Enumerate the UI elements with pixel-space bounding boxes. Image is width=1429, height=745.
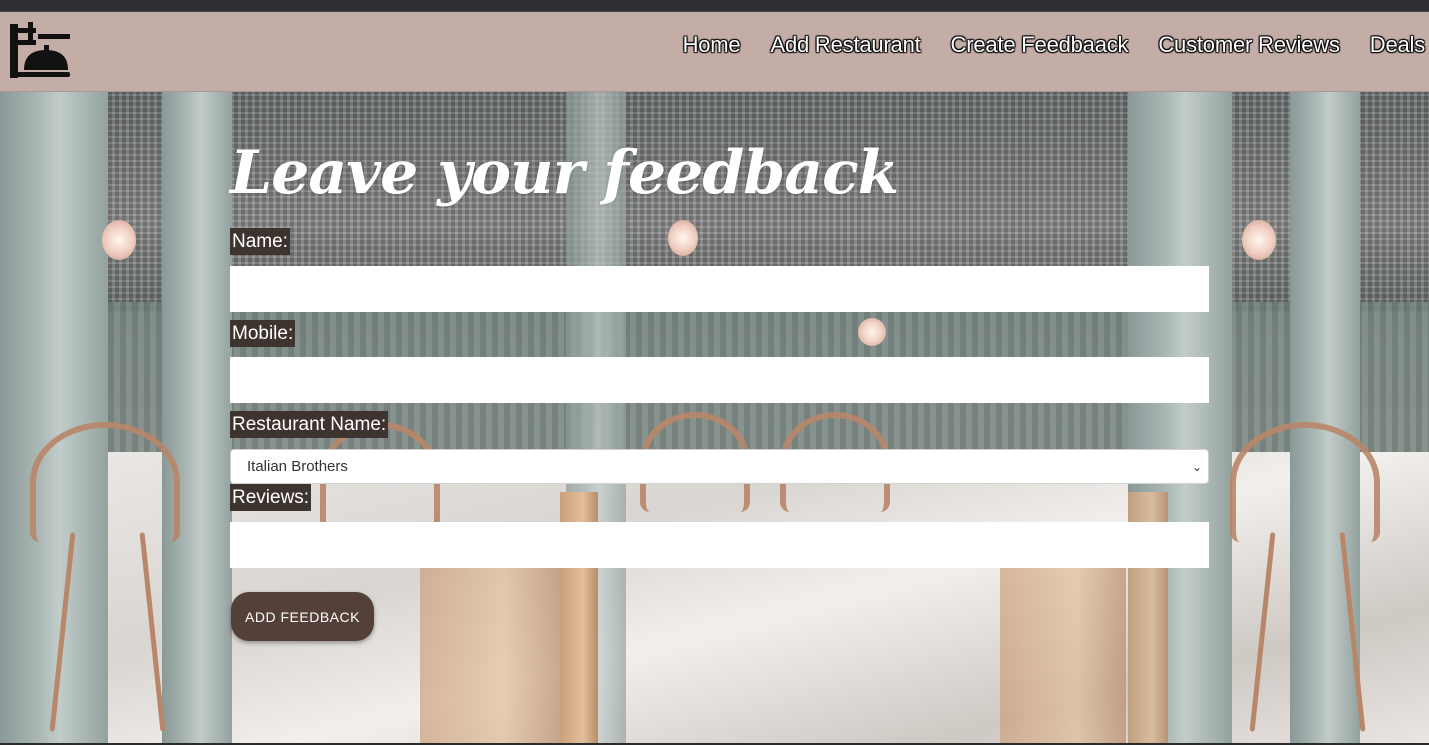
- reviews-label: Reviews:: [230, 484, 312, 511]
- restaurant-select[interactable]: Italian Brothers ⌄: [230, 449, 1209, 484]
- pillar: [0, 92, 108, 743]
- name-field-group: Name:: [230, 228, 1209, 312]
- nav-link-add-restaurant[interactable]: Add Restaurant: [770, 32, 920, 62]
- reviews-field-group: Reviews:: [230, 484, 1209, 568]
- add-feedback-button[interactable]: ADD FEEDBACK: [231, 592, 374, 641]
- chevron-down-icon: ⌄: [1191, 459, 1202, 474]
- feedback-form: Leave your feedback Name: Mobile: Restau…: [230, 128, 1210, 641]
- navbar: Home Add Restaurant Create Feedbaack Cus…: [0, 12, 1429, 92]
- restaurant-select-value: Italian Brothers: [247, 458, 348, 475]
- nav-links: Home Add Restaurant Create Feedbaack Cus…: [683, 32, 1429, 62]
- nav-link-home[interactable]: Home: [683, 32, 741, 62]
- reviews-input[interactable]: [230, 522, 1209, 568]
- mobile-field-group: Mobile:: [230, 320, 1209, 403]
- wall-lamp: [102, 220, 136, 260]
- restaurant-field-group: Restaurant Name: Italian Brothers ⌄: [230, 411, 1209, 484]
- browser-bookmarks-bar: [0, 0, 1429, 12]
- restaurant-name-label: Restaurant Name:: [230, 411, 389, 438]
- nav-link-create-feedback[interactable]: Create Feedbaack: [951, 32, 1129, 62]
- restaurant-dome-icon[interactable]: [8, 20, 72, 84]
- wall-lamp: [1242, 220, 1276, 260]
- page-title: Leave your feedback: [230, 138, 899, 208]
- mobile-input[interactable]: [230, 357, 1209, 403]
- name-label: Name:: [230, 228, 290, 255]
- pillar: [1290, 92, 1360, 743]
- pillar: [162, 92, 232, 743]
- nav-link-deals[interactable]: Deals: [1370, 32, 1425, 62]
- name-input[interactable]: [230, 266, 1209, 312]
- nav-link-customer-reviews[interactable]: Customer Reviews: [1158, 32, 1340, 62]
- mobile-label: Mobile:: [230, 320, 296, 347]
- bentwood-chair: [1230, 422, 1380, 542]
- bentwood-chair: [30, 422, 180, 542]
